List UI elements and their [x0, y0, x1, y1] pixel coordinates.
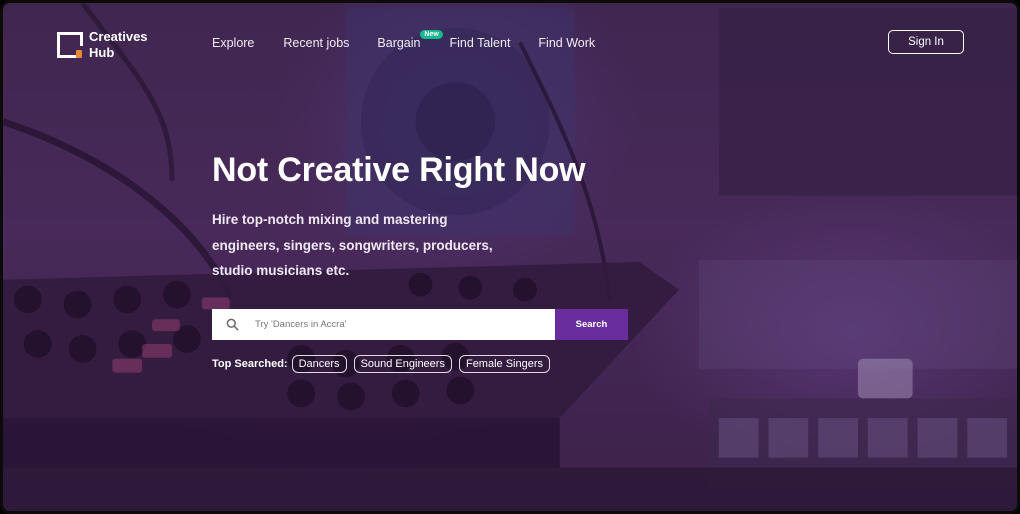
search-button[interactable]: Search	[555, 309, 628, 340]
top-searched-label: Top Searched:	[212, 358, 288, 370]
hero-subtitle: Hire top-notch mixing and mastering engi…	[212, 212, 493, 278]
chip-sound-engineers[interactable]: Sound Engineers	[353, 355, 452, 373]
nav-find-work[interactable]: Find Work	[538, 36, 595, 50]
brand-name: Creatives Hub	[89, 29, 148, 60]
top-searched: Top Searched: Dancers Sound Engineers Fe…	[212, 355, 557, 373]
nav-explore[interactable]: Explore	[212, 36, 254, 50]
new-badge: New	[420, 30, 443, 39]
chip-dancers[interactable]: Dancers	[291, 355, 347, 373]
nav-find-talent[interactable]: Find Talent	[450, 36, 511, 50]
nav-bargain-label: Bargain	[377, 36, 421, 50]
sign-in-button[interactable]: Sign In	[888, 30, 964, 54]
main-nav: Explore Recent jobs Bargain New Find Tal…	[212, 30, 595, 50]
search-icon	[226, 318, 239, 331]
logo-icon	[57, 32, 83, 58]
search-field[interactable]	[212, 309, 555, 340]
search-bar: Search	[212, 309, 628, 340]
app-window: Creatives Hub Explore Recent jobs Bargai…	[0, 0, 1020, 514]
search-input[interactable]	[253, 318, 517, 331]
nav-recent-jobs[interactable]: Recent jobs	[283, 36, 349, 50]
nav-bargain[interactable]: Bargain New	[377, 30, 443, 50]
chip-female-singers[interactable]: Female Singers	[458, 355, 551, 373]
hero-headline: Not Creative Right Now	[212, 151, 586, 189]
brand-logo[interactable]: Creatives Hub	[57, 29, 159, 61]
